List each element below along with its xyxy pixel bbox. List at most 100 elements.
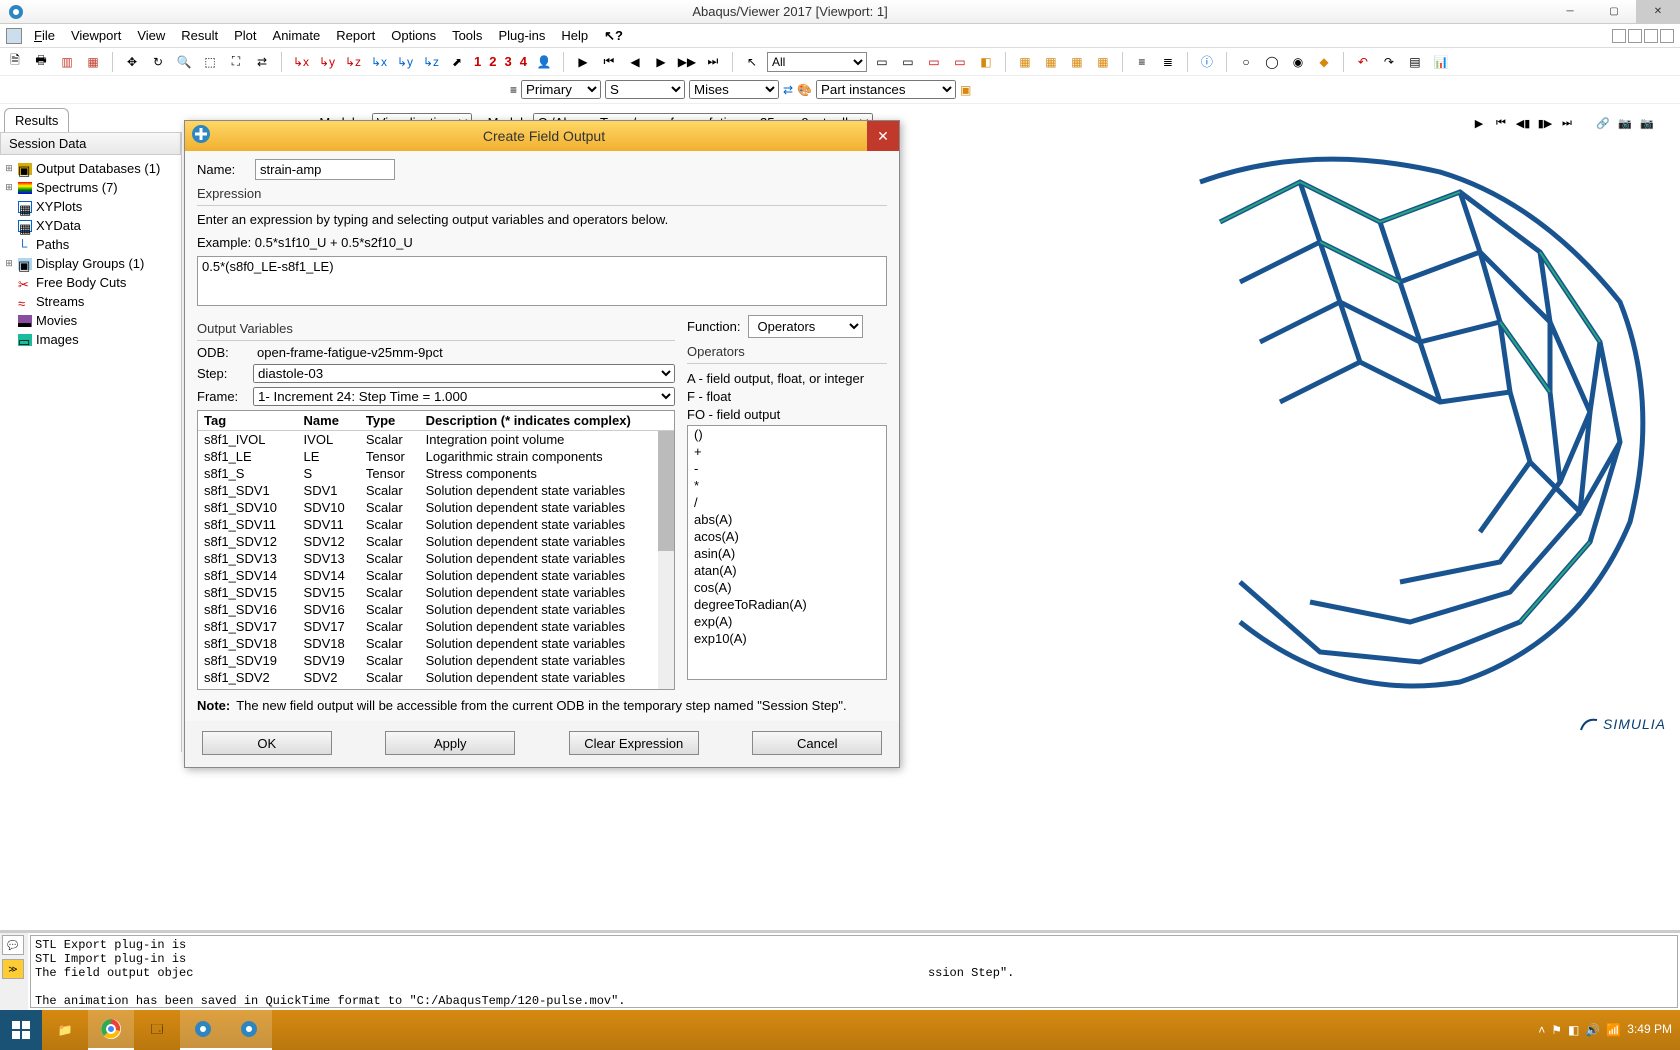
cancel-button[interactable]: Cancel — [752, 731, 882, 755]
menu-options[interactable]: Options — [383, 28, 444, 43]
start-button[interactable] — [0, 1010, 42, 1050]
last-icon[interactable]: ⏭ — [702, 51, 724, 73]
person-icon[interactable]: 👤 — [533, 51, 555, 73]
menu-report[interactable]: Report — [328, 28, 383, 43]
box-icon[interactable]: ◧ — [975, 51, 997, 73]
table-row[interactable]: s8f1_SDV1SDV1ScalarSolution dependent st… — [198, 482, 674, 499]
tray-flag-icon[interactable]: ⚑ — [1551, 1023, 1562, 1037]
taskbar-explorer-icon[interactable]: 📁 — [42, 1010, 88, 1050]
list1-icon[interactable]: ≡ — [1131, 51, 1153, 73]
table-row[interactable]: s8f1_SDV2SDV2ScalarSolution dependent st… — [198, 669, 674, 686]
maximize-button[interactable]: ▢ — [1592, 0, 1636, 24]
menu-plot[interactable]: Plot — [226, 28, 264, 43]
table-row[interactable]: s8f1_SDV15SDV15ScalarSolution dependent … — [198, 584, 674, 601]
operator-item[interactable]: / — [688, 494, 886, 511]
new-icon[interactable]: 🗎 — [4, 51, 26, 73]
menu-result[interactable]: Result — [173, 28, 226, 43]
menu-tools[interactable]: Tools — [444, 28, 490, 43]
taskbar-clock[interactable]: 3:49 PM — [1627, 1023, 1672, 1036]
operators-list[interactable]: ()+-*/abs(A)acos(A)asin(A)atan(A)cos(A)d… — [687, 425, 887, 680]
view-4[interactable]: 4 — [518, 54, 529, 69]
colorby-combo[interactable]: Part instances — [816, 80, 956, 99]
info-icon[interactable]: ⓘ — [1196, 51, 1218, 73]
ff-icon[interactable]: ▶▶ — [676, 51, 698, 73]
selection-combo[interactable]: All — [767, 52, 867, 72]
books-icon[interactable]: ▥ — [56, 51, 78, 73]
position-combo[interactable]: Primary — [521, 80, 601, 99]
table-row[interactable]: s8f1_IVOLIVOLScalarIntegration point vol… — [198, 431, 674, 449]
view-3[interactable]: 3 — [502, 54, 513, 69]
console-prompt-icon[interactable]: ≫ — [2, 959, 24, 979]
table-row[interactable]: s8f1_SDV18SDV18ScalarSolution dependent … — [198, 635, 674, 652]
table-row[interactable]: s8f1_SDV14SDV14ScalarSolution dependent … — [198, 567, 674, 584]
dialog-titlebar[interactable]: Create Field Output ✕ — [185, 121, 899, 151]
circle2-icon[interactable]: ◯ — [1261, 51, 1283, 73]
operator-item[interactable]: + — [688, 443, 886, 460]
expression-input[interactable]: 0.5*(s8f0_LE-s8f1_LE) — [197, 256, 887, 306]
close-button[interactable]: ✕ — [1636, 0, 1680, 24]
operator-item[interactable]: degreeToRadian(A) — [688, 596, 886, 613]
tree-streams[interactable]: ≈Streams — [0, 292, 181, 311]
wire4-icon[interactable]: ▦ — [1092, 51, 1114, 73]
tree-movies[interactable]: ▬Movies — [0, 311, 181, 330]
pan-icon[interactable]: ✥ — [121, 51, 143, 73]
wire3-icon[interactable]: ▦ — [1066, 51, 1088, 73]
tree-output-databases[interactable]: ⊞▣Output Databases (1) — [0, 159, 181, 178]
play-icon[interactable]: ▶ — [572, 51, 594, 73]
sync-icon[interactable]: ⇄ — [783, 83, 793, 97]
triad-icon[interactable]: ⬈ — [446, 51, 468, 73]
console-msg-icon[interactable]: 💬 — [2, 935, 24, 955]
tray-app-icon[interactable]: ◧ — [1568, 1023, 1579, 1037]
table-row[interactable]: s8f1_SDV10SDV10ScalarSolution dependent … — [198, 499, 674, 516]
minimize-button[interactable]: ─ — [1548, 0, 1592, 24]
view-2[interactable]: 2 — [487, 54, 498, 69]
sel4-icon[interactable]: ▭ — [949, 51, 971, 73]
tray-up-icon[interactable]: ˄ — [1538, 1023, 1545, 1037]
tree-display-groups[interactable]: ⊞▣Display Groups (1) — [0, 254, 181, 273]
operator-item[interactable]: cos(A) — [688, 579, 886, 596]
name-input[interactable] — [255, 159, 395, 180]
table-row[interactable]: s8f1_SDV16SDV16ScalarSolution dependent … — [198, 601, 674, 618]
operator-item[interactable]: asin(A) — [688, 545, 886, 562]
function-combo[interactable]: Operators — [748, 315, 863, 338]
color-icon[interactable]: 🎨 — [797, 83, 812, 97]
table-row[interactable]: s8f1_SDV20SDV20ScalarSolution dependent … — [198, 686, 674, 690]
books2-icon[interactable]: ▦ — [82, 51, 104, 73]
prev-icon[interactable]: ◀ — [624, 51, 646, 73]
cube-icon[interactable]: ▣ — [960, 83, 971, 97]
undo-icon[interactable]: ↶ — [1352, 51, 1374, 73]
layout-icon-1[interactable] — [1612, 29, 1626, 43]
print-icon[interactable]: 🖶 — [30, 51, 52, 73]
layout-icon-2[interactable] — [1628, 29, 1642, 43]
tray-network-icon[interactable]: 📶 — [1606, 1023, 1621, 1037]
dialog-close-button[interactable]: ✕ — [867, 121, 899, 151]
view-1[interactable]: 1 — [472, 54, 483, 69]
table-row[interactable]: s8f1_SDV11SDV11ScalarSolution dependent … — [198, 516, 674, 533]
menu-viewport[interactable]: Viewport — [63, 28, 129, 43]
menu-animate[interactable]: Animate — [265, 28, 329, 43]
operator-item[interactable]: abs(A) — [688, 511, 886, 528]
tree-xydata[interactable]: ▦XYData — [0, 216, 181, 235]
taskbar-abaqus2-icon[interactable] — [226, 1010, 272, 1050]
axis-z-icon[interactable]: ↳z — [342, 51, 364, 73]
chart-icon[interactable]: 📊 — [1430, 51, 1452, 73]
palette-icon[interactable]: ▤ — [1404, 51, 1426, 73]
circle1-icon[interactable]: ○ — [1235, 51, 1257, 73]
taskbar-chrome-icon[interactable] — [88, 1010, 134, 1050]
redo-icon[interactable]: ↷ — [1378, 51, 1400, 73]
rotate-icon[interactable]: ↻ — [147, 51, 169, 73]
axis-y-icon[interactable]: ↳y — [316, 51, 338, 73]
circle3-icon[interactable]: ◉ — [1287, 51, 1309, 73]
table-row[interactable]: s8f1_SDV17SDV17ScalarSolution dependent … — [198, 618, 674, 635]
ok-button[interactable]: OK — [202, 731, 332, 755]
variables-table[interactable]: Tag Name Type Description (* indicates c… — [197, 410, 675, 690]
layout-icon-3[interactable] — [1644, 29, 1658, 43]
axis-x-icon[interactable]: ↳x — [290, 51, 312, 73]
frame-combo[interactable]: 1- Increment 24: Step Time = 1.000 — [253, 387, 675, 406]
menu-file[interactable]: File — [26, 28, 63, 43]
sel2-icon[interactable]: ▭ — [897, 51, 919, 73]
step-combo[interactable]: diastole-03 — [253, 364, 675, 383]
cycle-icon[interactable]: ⇄ — [251, 51, 273, 73]
axis-x2-icon[interactable]: ↳x — [368, 51, 390, 73]
operator-item[interactable]: () — [688, 426, 886, 443]
